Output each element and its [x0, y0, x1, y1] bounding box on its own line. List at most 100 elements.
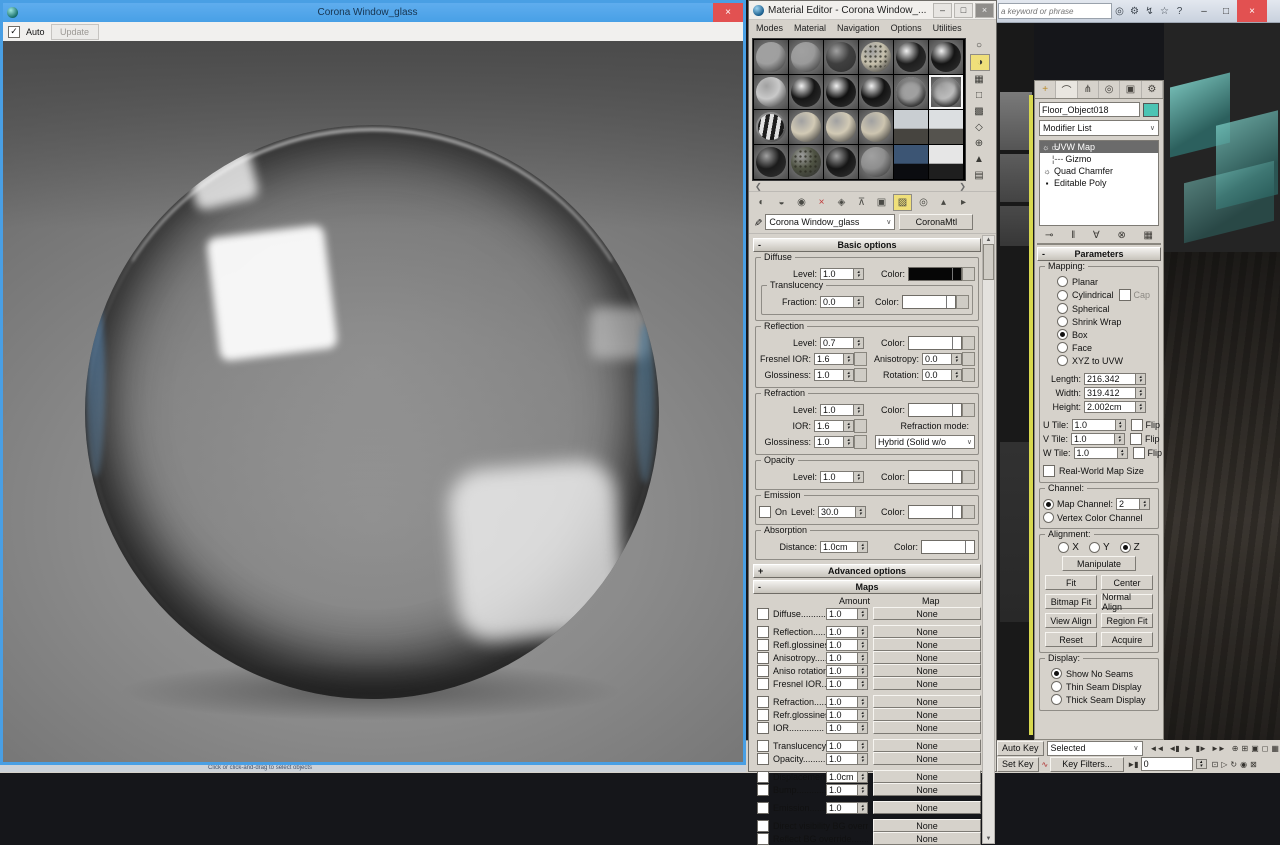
- mapping-radio[interactable]: [1057, 276, 1068, 287]
- mapping-option[interactable]: XYZ to UVW: [1057, 355, 1155, 366]
- axis-option[interactable]: X: [1058, 542, 1079, 553]
- absorption-color-swatch[interactable]: [921, 540, 975, 554]
- tab-display[interactable]: ▣: [1120, 81, 1141, 98]
- material-sample-slot[interactable]: [824, 110, 858, 144]
- material-name-dropdown[interactable]: Corona Window_glass∨: [765, 214, 895, 230]
- map-enable-checkbox[interactable]: [757, 709, 769, 721]
- map-amount-spinner[interactable]: 1.0▴▾: [826, 665, 868, 677]
- map-amount-spinner[interactable]: 1.0▴▾: [826, 626, 868, 638]
- minimize-button[interactable]: –: [1193, 0, 1215, 22]
- mapping-radio[interactable]: [1057, 290, 1068, 301]
- configure-modifier-sets-icon[interactable]: ▦: [1144, 230, 1153, 241]
- show-map-in-viewport-icon[interactable]: ▨: [893, 194, 912, 211]
- opacity-color-swatch[interactable]: [908, 470, 962, 484]
- tab-create[interactable]: +: [1035, 81, 1056, 98]
- slot-scroll-left-icon[interactable]: ❮: [755, 182, 762, 191]
- display-radio[interactable]: [1051, 694, 1062, 705]
- menu-options[interactable]: Options: [891, 23, 922, 33]
- zoom-icon[interactable]: ⊡: [1212, 760, 1218, 769]
- map-slot-button[interactable]: None: [873, 708, 981, 721]
- vfb-close-icon[interactable]: ×: [713, 3, 743, 22]
- axis-radio-z[interactable]: [1120, 542, 1131, 553]
- zoom-extents-all-icon[interactable]: ▣: [1251, 744, 1258, 753]
- go-start-icon[interactable]: ◄◄: [1150, 744, 1164, 753]
- material-map-navigator-icon[interactable]: ▤: [970, 168, 988, 183]
- map-amount-spinner[interactable]: 1.0▴▾: [826, 678, 868, 690]
- display-option[interactable]: Show No Seams: [1051, 668, 1155, 679]
- pan-icon[interactable]: ↻: [1230, 760, 1236, 769]
- view-align-button[interactable]: View Align: [1045, 613, 1097, 628]
- length-spinner[interactable]: 216.342▴▾: [1084, 373, 1146, 385]
- translucency-fraction-spinner[interactable]: 0.0▴▾: [820, 296, 864, 308]
- material-sample-slot[interactable]: [754, 40, 788, 74]
- next-key-icon[interactable]: ►▮: [1127, 760, 1137, 769]
- rollout-parameters[interactable]: -Parameters: [1037, 247, 1161, 261]
- search-input[interactable]: [999, 6, 1111, 17]
- refraction-level-spinner[interactable]: 1.0▴▾: [820, 404, 864, 416]
- tile-spinner[interactable]: 1.0▴▾: [1072, 419, 1126, 431]
- mapping-radio[interactable]: [1057, 342, 1068, 353]
- opacity-level-spinner[interactable]: 1.0▴▾: [820, 471, 864, 483]
- reset-map-icon[interactable]: ×: [813, 195, 830, 210]
- material-sample-slot[interactable]: [894, 145, 928, 179]
- material-id-icon[interactable]: ▣: [873, 195, 890, 210]
- material-sample-slot[interactable]: [754, 110, 788, 144]
- map-enable-checkbox[interactable]: [757, 771, 769, 783]
- tile-spinner[interactable]: 1.0▴▾: [1074, 447, 1128, 459]
- pick-material-icon[interactable]: ✎: [752, 218, 763, 226]
- map-slot-button[interactable]: None: [873, 695, 981, 708]
- sample-uv-tiling-icon[interactable]: □: [970, 88, 988, 103]
- refraction-color-map-button[interactable]: [962, 403, 975, 417]
- med-maximize-icon[interactable]: □: [954, 3, 973, 18]
- field-of-view-icon[interactable]: ▷: [1221, 760, 1226, 769]
- tile-spinner[interactable]: 1.0▴▾: [1071, 433, 1125, 445]
- rollout-maps[interactable]: -Maps: [753, 580, 981, 594]
- make-unique-icon[interactable]: ◈: [833, 195, 850, 210]
- set-key-mode-icon[interactable]: ∿: [1042, 760, 1048, 769]
- emission-color-swatch[interactable]: [908, 505, 962, 519]
- map-amount-spinner[interactable]: 1.0▴▾: [826, 639, 868, 651]
- show-end-result-icon[interactable]: ‖: [1071, 230, 1075, 241]
- normal-align-button[interactable]: Normal Align: [1101, 594, 1153, 609]
- map-slot-button[interactable]: None: [873, 664, 981, 677]
- go-end-icon[interactable]: ►►: [1211, 744, 1225, 753]
- tab-modify[interactable]: ⌒: [1056, 81, 1077, 98]
- anisotropy-map-button[interactable]: [962, 352, 975, 366]
- material-sample-slot[interactable]: [789, 75, 823, 109]
- maximize-viewport-icon[interactable]: ◻: [1262, 744, 1268, 753]
- diffuse-color-swatch[interactable]: [908, 267, 962, 281]
- menu-modes[interactable]: Modes: [756, 23, 783, 33]
- material-sample-slot[interactable]: [754, 75, 788, 109]
- orbit-icon[interactable]: ◉: [1240, 760, 1246, 769]
- tab-utilities[interactable]: ⚙: [1142, 81, 1163, 98]
- refraction-glossiness-map-button[interactable]: [854, 435, 867, 449]
- mapping-option[interactable]: Planar: [1057, 276, 1155, 287]
- material-sample-slot[interactable]: [859, 145, 893, 179]
- flip-checkbox[interactable]: [1133, 447, 1145, 459]
- refraction-glossiness-spinner[interactable]: 1.0▴▾: [814, 436, 854, 448]
- mapping-option[interactable]: Shrink Wrap: [1057, 316, 1155, 327]
- opacity-color-map-button[interactable]: [962, 470, 975, 484]
- material-sample-slot[interactable]: [929, 75, 963, 109]
- material-sample-slot[interactable]: [929, 145, 963, 179]
- fresnel-ior-spinner[interactable]: 1.6▴▾: [814, 353, 854, 365]
- map-slot-button[interactable]: None: [873, 638, 981, 651]
- sign-in-icon[interactable]: ↯: [1142, 6, 1157, 17]
- go-to-parent-icon[interactable]: ▴: [935, 195, 952, 210]
- map-enable-checkbox[interactable]: [757, 608, 769, 620]
- emission-level-spinner[interactable]: 30.0▴▾: [818, 506, 866, 518]
- map-slot-button[interactable]: None: [873, 801, 981, 814]
- reflection-level-spinner[interactable]: 0.7▴▾: [820, 337, 864, 349]
- med-close-icon[interactable]: ×: [975, 3, 994, 18]
- axis-radio-y[interactable]: [1089, 542, 1100, 553]
- map-slot-button[interactable]: None: [873, 625, 981, 638]
- map-amount-spinner[interactable]: 1.0cm▴▾: [826, 771, 868, 783]
- frame-spinner[interactable]: ▴▾: [1196, 759, 1207, 769]
- key-filters-button[interactable]: Key Filters...: [1050, 757, 1124, 772]
- map-enable-checkbox[interactable]: [757, 696, 769, 708]
- map-enable-checkbox[interactable]: [757, 652, 769, 664]
- map-enable-checkbox[interactable]: [757, 722, 769, 734]
- reset-button[interactable]: Reset: [1045, 632, 1097, 647]
- material-sample-slot[interactable]: [789, 40, 823, 74]
- maximize-toggle-icon[interactable]: ⊠: [1250, 760, 1256, 769]
